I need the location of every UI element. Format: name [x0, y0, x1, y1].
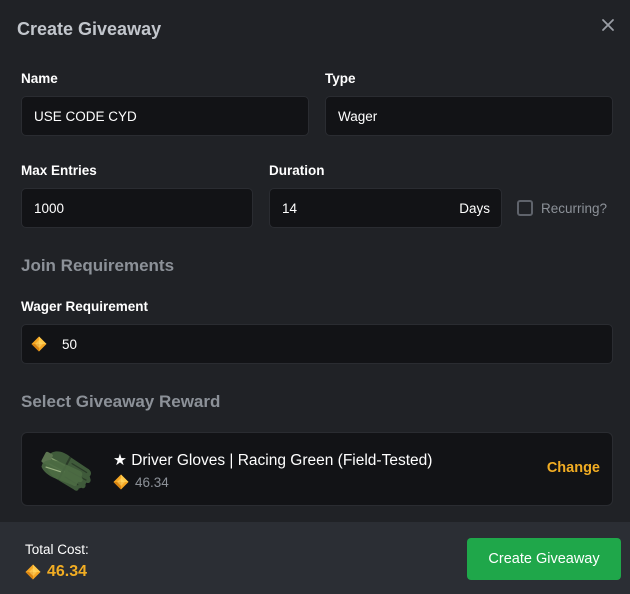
close-icon[interactable]: [598, 15, 618, 35]
recurring-label: Recurring?: [541, 200, 608, 216]
total-cost-value: 46.34: [47, 563, 88, 580]
wager-requirement-value: 50: [62, 336, 78, 352]
modal-footer: Total Cost: 46.34 Create Giveaway: [0, 522, 630, 594]
reward-item-name: ★ Driver Gloves | Racing Green (Field-Te…: [113, 452, 433, 469]
reward-item-price: 46.34: [113, 474, 169, 490]
duration-value: 14: [282, 200, 298, 216]
coin-icon: [31, 336, 47, 352]
wager-requirement-label: Wager Requirement: [21, 299, 149, 314]
duration-unit: Days: [459, 200, 490, 216]
type-select[interactable]: Wager: [325, 96, 613, 136]
max-entries-value: 1000: [34, 200, 65, 216]
name-input[interactable]: USE CODE CYD: [21, 96, 309, 136]
reward-price-value: 46.34: [135, 474, 169, 490]
coin-icon: [113, 474, 129, 490]
change-reward-button[interactable]: Change: [547, 460, 600, 476]
recurring-toggle[interactable]: Recurring?: [517, 200, 607, 216]
create-giveaway-button[interactable]: Create Giveaway: [467, 538, 621, 580]
type-label: Type: [325, 71, 356, 86]
max-entries-input[interactable]: 1000: [21, 188, 253, 228]
total-cost-label: Total Cost:: [25, 542, 89, 557]
name-value: USE CODE CYD: [34, 108, 137, 124]
coin-icon: [25, 564, 41, 580]
create-giveaway-modal: Create Giveaway Name USE CODE CYD Type W…: [0, 0, 630, 594]
select-reward-heading: Select Giveaway Reward: [21, 392, 221, 411]
reward-card: ★ Driver Gloves | Racing Green (Field-Te…: [21, 432, 613, 506]
modal-title: Create Giveaway: [17, 19, 162, 39]
name-label: Name: [21, 71, 58, 86]
duration-label: Duration: [269, 163, 325, 178]
type-value: Wager: [338, 108, 378, 124]
total-cost: 46.34: [25, 563, 87, 581]
join-requirements-heading: Join Requirements: [21, 256, 175, 275]
wager-requirement-input[interactable]: 50: [21, 324, 613, 364]
duration-input[interactable]: 14 Days: [269, 188, 502, 228]
recurring-checkbox[interactable]: [517, 200, 533, 216]
gloves-icon: [34, 443, 100, 497]
max-entries-label: Max Entries: [21, 163, 97, 178]
